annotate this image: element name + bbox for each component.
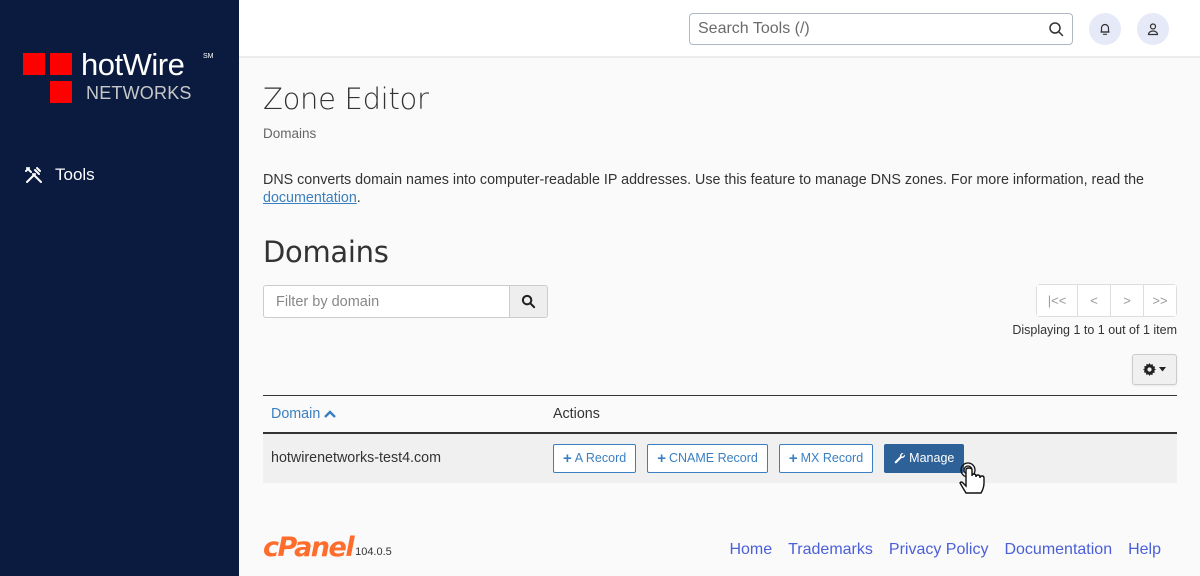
prev-page-button[interactable]: <: [1077, 285, 1110, 316]
sidebar-item-label: Tools: [55, 165, 95, 184]
add-cname-record-button[interactable]: + CNAME Record: [647, 443, 768, 473]
actions-cell: + A Record + CNAME Record + MX Record Manage: [553, 433, 1177, 483]
search-icon[interactable]: [1048, 21, 1064, 37]
hotwire-logo[interactable]: hotWire SM NETWORKS: [23, 47, 223, 108]
table-settings-button[interactable]: [1132, 354, 1177, 385]
wrench-icon: [894, 452, 906, 464]
domain-column-header[interactable]: Domain: [263, 396, 553, 433]
pagination: |<< < > >>: [1036, 284, 1177, 317]
section-title: Domains: [263, 235, 389, 269]
sidebar-item-tools[interactable]: Tools: [24, 165, 95, 185]
bell-icon: [1100, 23, 1110, 35]
page-title: Zone Editor: [263, 82, 429, 116]
last-page-button[interactable]: >>: [1143, 285, 1176, 316]
footer-link-privacy-policy[interactable]: Privacy Policy: [889, 541, 989, 559]
logo-square: [50, 53, 72, 75]
domains-table: Domain Actions hotwirenetworks-test4.com…: [263, 395, 1177, 483]
logo-subtitle: NETWORKS: [86, 83, 192, 103]
manage-button[interactable]: Manage: [884, 443, 965, 473]
pagination-info: Displaying 1 to 1 out of 1 item: [1012, 323, 1177, 337]
sort-ascending-icon: [324, 410, 337, 418]
cpanel-brand: cPanel: [263, 532, 355, 563]
plus-icon: +: [563, 449, 572, 467]
gear-icon: [1143, 363, 1156, 376]
page-description: DNS converts domain names into computer-…: [263, 171, 1177, 207]
logo-square: [50, 81, 72, 103]
description-text: DNS converts domain names into computer-…: [263, 172, 1145, 188]
next-page-button[interactable]: >: [1110, 285, 1143, 316]
domain-column-label: Domain: [271, 405, 321, 422]
table-row: hotwirenetworks-test4.com + A Record + CNAM…: [263, 432, 1177, 483]
domain-cell: hotwirenetworks-test4.com: [271, 450, 442, 466]
search-icon: [521, 294, 536, 309]
filter-search-button[interactable]: [509, 285, 548, 318]
caret-down-icon: [1159, 367, 1166, 372]
cpanel-logo: cPanel 104.0.5: [263, 534, 392, 561]
footer-link-home[interactable]: Home: [729, 541, 772, 559]
plus-icon: +: [657, 449, 666, 467]
tools-icon: [25, 167, 42, 183]
table-header-row: Domain Actions: [263, 395, 1177, 433]
user-button[interactable]: [1137, 13, 1169, 45]
plus-icon: +: [788, 449, 798, 467]
add-a-record-button[interactable]: + A Record: [553, 443, 637, 473]
logo-service-mark: SM: [203, 53, 214, 60]
search-tools[interactable]: [689, 13, 1073, 45]
breadcrumb: Domains: [263, 126, 317, 141]
add-mx-record-button[interactable]: + MX Record: [778, 443, 874, 473]
search-input[interactable]: [690, 14, 1030, 44]
first-page-button[interactable]: |<<: [1037, 285, 1077, 316]
documentation-link[interactable]: documentation: [263, 190, 357, 206]
footer-link-trademarks[interactable]: Trademarks: [788, 541, 873, 559]
description-end: .: [356, 190, 361, 206]
filter-input[interactable]: [263, 285, 509, 318]
actions-column-header: Actions: [553, 405, 600, 422]
footer-link-documentation[interactable]: Documentation: [1004, 541, 1112, 559]
notifications-button[interactable]: [1089, 13, 1121, 45]
top-header: [239, 0, 1200, 58]
cpanel-version: 104.0.5: [355, 546, 392, 558]
logo-brand: hotWire: [81, 47, 185, 82]
footer-links: Home Trademarks Privacy Policy Documenta…: [729, 541, 1161, 559]
footer-link-help[interactable]: Help: [1128, 541, 1161, 559]
sidebar: hotWire SM NETWORKS Tools: [0, 0, 239, 576]
user-icon: [1147, 23, 1159, 36]
domain-filter: [263, 285, 548, 318]
logo-square: [23, 53, 45, 75]
